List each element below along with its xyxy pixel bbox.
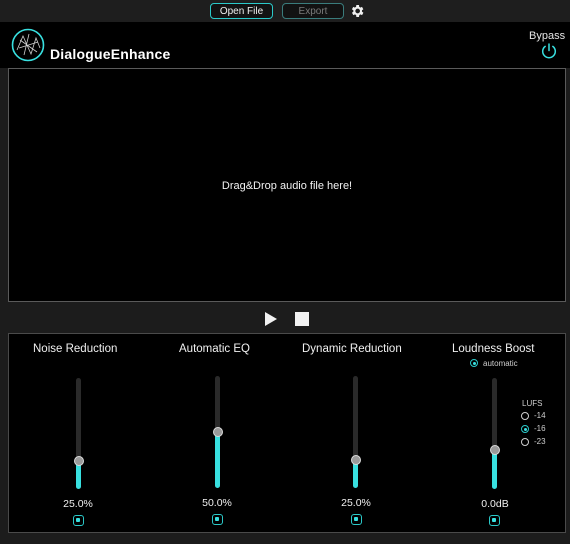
automatic-radio[interactable] bbox=[470, 359, 478, 367]
lufs-option-16: -16 bbox=[534, 424, 546, 433]
lufs-radio-23[interactable] bbox=[521, 438, 529, 446]
automatic-label: automatic bbox=[483, 359, 518, 368]
loudness-boost-label: Loudness Boost bbox=[452, 343, 535, 355]
open-file-button[interactable]: Open File bbox=[210, 3, 273, 19]
dynamic-reduction-value: 25.0% bbox=[341, 497, 371, 509]
stop-icon[interactable] bbox=[295, 312, 309, 326]
noise-reduction-slider[interactable] bbox=[76, 378, 81, 489]
play-icon[interactable] bbox=[264, 311, 278, 327]
loudness-boost-slider[interactable] bbox=[492, 378, 497, 489]
dynamic-reduction-enable-toggle[interactable] bbox=[351, 514, 362, 525]
automatic-eq-value: 50.0% bbox=[202, 497, 232, 509]
dynamic-reduction-slider[interactable] bbox=[353, 376, 358, 488]
app-logo-icon bbox=[11, 28, 45, 62]
transport-bar bbox=[0, 303, 570, 333]
loudness-boost-value: 0.0dB bbox=[481, 498, 509, 510]
dynamic-reduction-slider-thumb[interactable] bbox=[350, 455, 361, 465]
automatic-eq-enable-toggle[interactable] bbox=[212, 514, 223, 525]
noise-reduction-enable-toggle[interactable] bbox=[73, 515, 84, 526]
lufs-label: LUFS bbox=[522, 399, 543, 408]
lufs-option-14: -14 bbox=[534, 411, 546, 420]
automatic-eq-label: Automatic EQ bbox=[179, 343, 250, 355]
automatic-eq-slider-fill bbox=[215, 432, 220, 488]
dynamic-reduction-label: Dynamic Reduction bbox=[302, 343, 402, 355]
power-icon[interactable] bbox=[540, 42, 558, 60]
drop-zone[interactable]: Drag&Drop audio file here! bbox=[8, 68, 566, 302]
gear-icon[interactable] bbox=[349, 3, 365, 19]
lufs-option-23: -23 bbox=[534, 437, 546, 446]
lufs-radio-14[interactable] bbox=[521, 412, 529, 420]
noise-reduction-label: Noise Reduction bbox=[33, 343, 118, 355]
top-toolbar: Open File Export bbox=[0, 0, 570, 22]
loudness-boost-enable-toggle[interactable] bbox=[489, 515, 500, 526]
automatic-eq-slider-thumb[interactable] bbox=[212, 427, 223, 437]
export-button[interactable]: Export bbox=[282, 3, 344, 19]
bypass-label: Bypass bbox=[529, 30, 566, 42]
lufs-radio-16[interactable] bbox=[521, 425, 529, 433]
noise-reduction-value: 25.0% bbox=[63, 498, 93, 510]
footer-strip bbox=[0, 533, 570, 544]
loudness-boost-slider-thumb[interactable] bbox=[489, 445, 500, 456]
app-title: DialogueEnhance bbox=[50, 46, 171, 62]
loudness-boost-slider-fill bbox=[492, 450, 497, 489]
drop-zone-text: Drag&Drop audio file here! bbox=[221, 180, 353, 192]
noise-reduction-slider-thumb[interactable] bbox=[73, 456, 84, 467]
